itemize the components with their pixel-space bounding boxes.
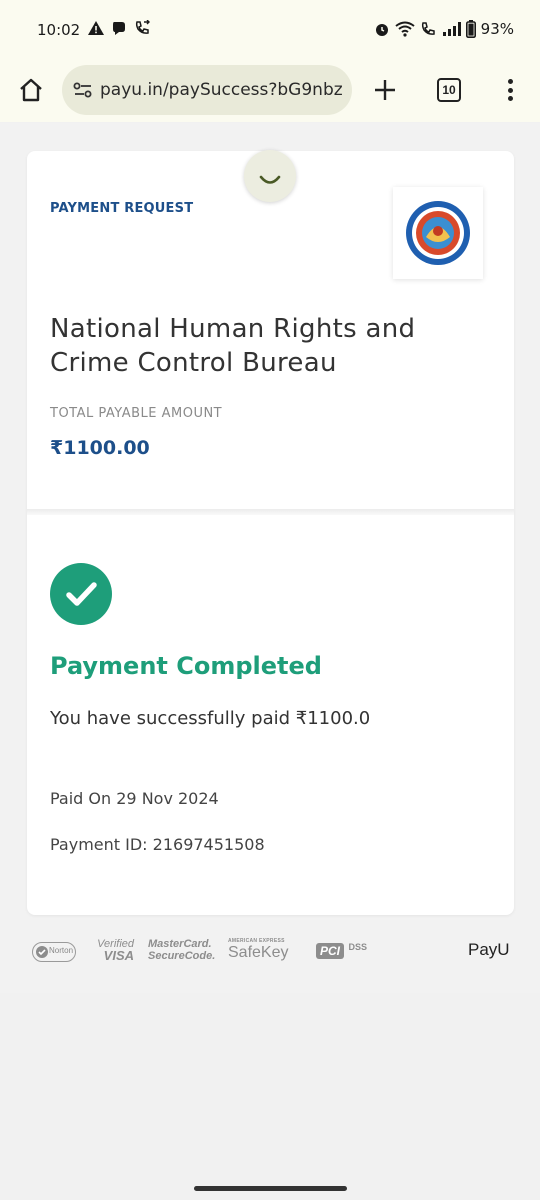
norton-check-icon [36,946,48,958]
url-text[interactable]: payu.in/paySuccess?bG9nbz [100,80,350,100]
amex-safekey-badge: AMERICAN EXPRESS SafeKey [228,938,289,961]
verified-visa-badge: Verified VISA [97,938,134,963]
overflow-menu-icon[interactable] [500,76,520,104]
nhrccb-logo-icon [406,201,470,265]
merchant-name: National Human Rights and Crime Control … [50,314,416,378]
norton-text: Norton [49,946,74,955]
browser-toolbar: payu.in/paySuccess?bG9nbz 10 [0,58,540,181]
warning-icon [88,21,104,35]
wifi-call-icon [421,22,435,35]
tab-switcher-button[interactable]: 10 [437,78,461,102]
alarm-icon [375,24,388,36]
norton-badge: Norton [32,942,76,962]
new-tab-icon[interactable] [371,76,399,104]
wifi-icon [395,21,415,37]
success-check-icon [50,563,112,625]
mastercard-securecode-badge: MasterCard. SecureCode. [148,938,216,962]
paid-on-date: Paid On 29 Nov 2024 [50,789,219,808]
total-payable-amount: ₹1100.00 [50,437,150,459]
loading-spinner [244,150,296,202]
site-settings-icon[interactable] [72,79,94,101]
payment-request-label: PAYMENT REQUEST [50,201,194,216]
section-divider [27,509,514,515]
payu-logo: PayU [468,940,510,959]
status-bar: 10:02 93% [0,0,540,58]
payment-id: Payment ID: 21697451508 [50,835,265,854]
call-forward-icon [135,20,150,34]
battery-icon [465,20,476,38]
page-bottom-area [0,993,540,1200]
payment-status-message: You have successfully paid ₹1100.0 [50,708,371,729]
gesture-nav-handle[interactable] [194,1186,347,1191]
payment-status-title: Payment Completed [50,652,322,680]
home-icon[interactable] [18,77,44,103]
chat-bubble-icon [113,22,125,35]
merchant-logo [393,187,483,279]
spinner-arc-icon [259,175,281,184]
signal-icon [442,22,461,36]
battery-percent: 93% [480,20,514,38]
status-time: 10:02 [37,21,81,39]
pci-dss-badge: PCI DSS [316,942,367,960]
address-bar[interactable]: payu.in/paySuccess?bG9nbz [62,65,352,115]
total-payable-label: TOTAL PAYABLE AMOUNT [50,406,223,421]
security-badges: Norton Verified VISA MasterCard. SecureC… [30,938,515,968]
